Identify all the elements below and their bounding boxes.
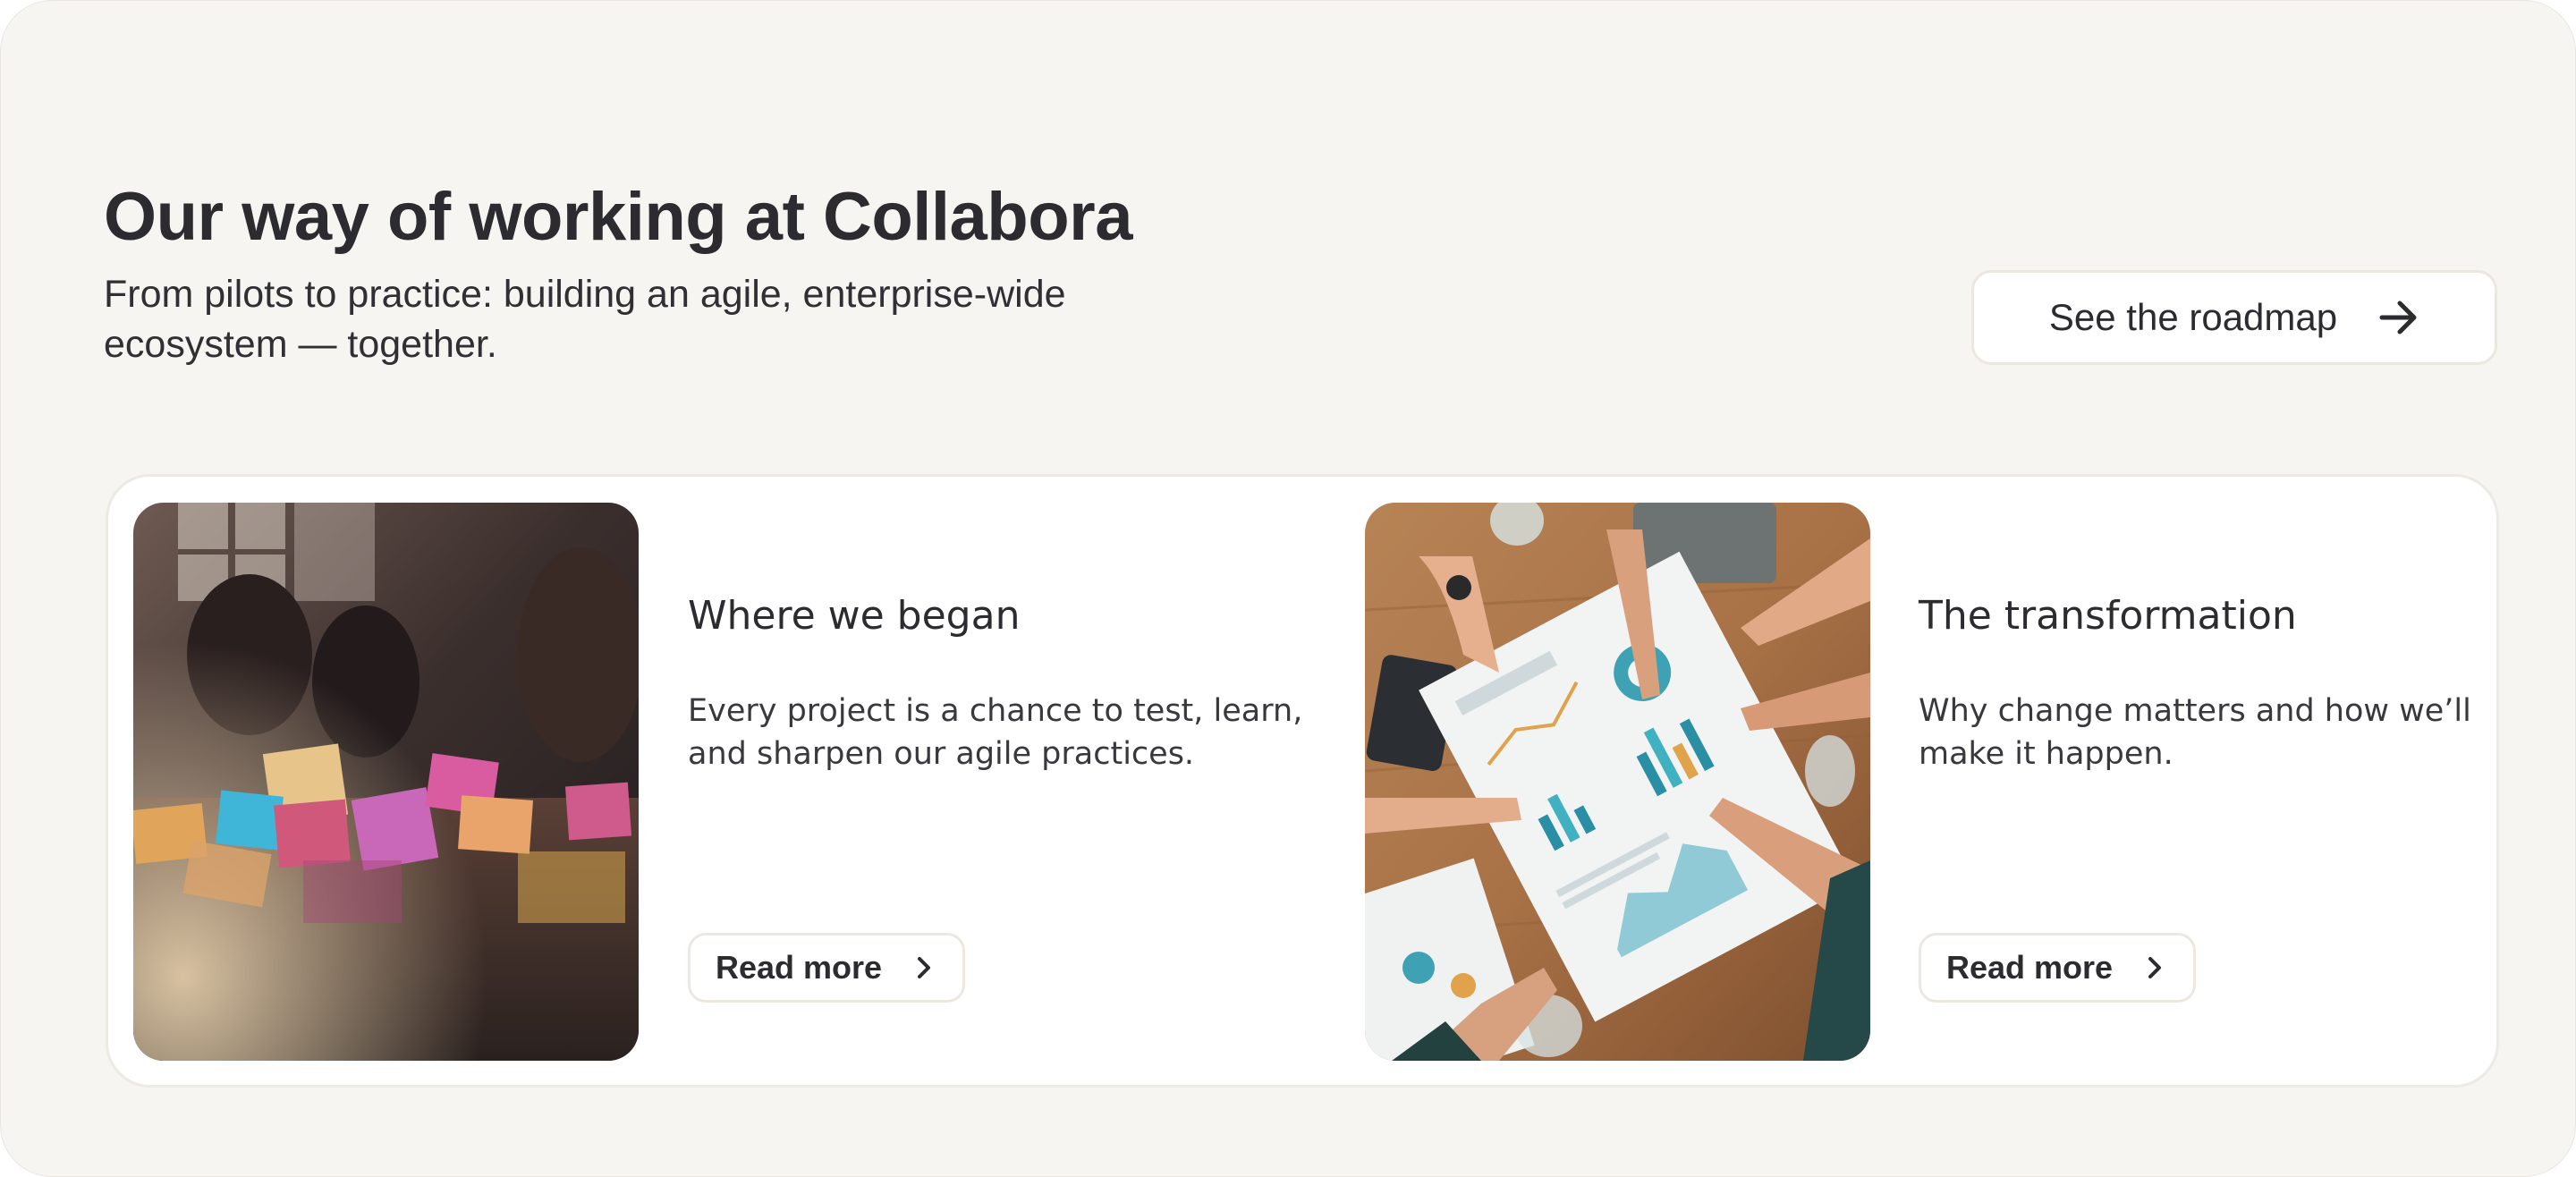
arrow-right-icon: [2378, 297, 2419, 338]
chevron-right-icon: [912, 956, 936, 979]
read-more-label: Read more: [1946, 949, 2114, 986]
read-more-button[interactable]: Read more: [688, 933, 966, 1003]
card-title: The transformation: [1919, 593, 2297, 639]
read-more-label: Read more: [716, 949, 883, 986]
see-roadmap-label: See the roadmap: [2048, 296, 2338, 338]
section-frame: Our way of working at Collabora From pil…: [0, 0, 2576, 1177]
page-subtitle: From pilots to practice: building an agi…: [104, 273, 1066, 366]
page-title: Our way of working at Collabora: [104, 179, 1133, 255]
sticky-notes-meeting-image: [133, 503, 639, 1061]
card-description: Why change matters and how we’ll make it…: [1919, 693, 2471, 772]
chevron-right-icon: [2143, 956, 2166, 979]
team-reviewing-charts-image: [1365, 503, 1870, 1061]
read-more-button[interactable]: Read more: [1919, 933, 2197, 1003]
cards-panel: Where we began Every project is a chance…: [106, 474, 2499, 1088]
card-title: Where we began: [688, 593, 1021, 639]
see-roadmap-button[interactable]: See the roadmap: [1971, 270, 2497, 365]
card-description: Every project is a chance to test, learn…: [688, 693, 1303, 772]
